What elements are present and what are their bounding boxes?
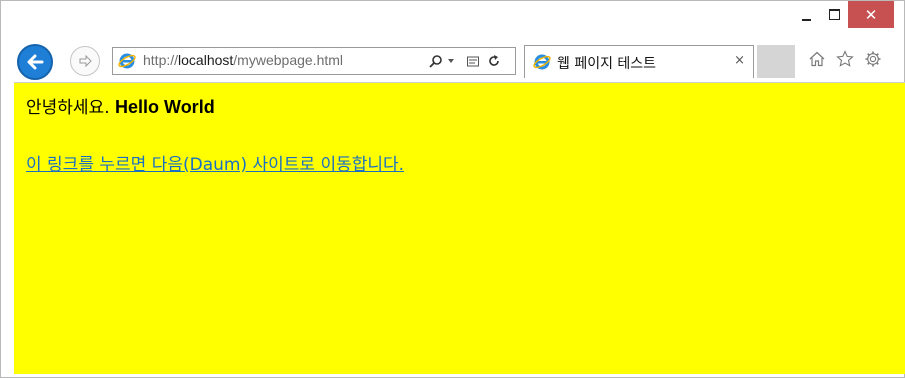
back-button[interactable]: [17, 44, 53, 80]
refresh-button[interactable]: [485, 51, 503, 71]
tab-title: 웹 페이지 테스트: [557, 56, 657, 72]
close-window-button[interactable]: ✕: [848, 1, 894, 28]
compatibility-view-button[interactable]: [465, 51, 481, 71]
back-arrow-icon: [27, 54, 44, 70]
daum-link[interactable]: 이 링크를 누르면 다음(Daum) 사이트로 이동합니다.: [26, 150, 404, 175]
internet-explorer-icon: [533, 54, 551, 70]
new-tab-button[interactable]: [757, 45, 795, 78]
compatibility-view-icon: [467, 56, 479, 67]
search-dropdown-button[interactable]: [427, 51, 457, 71]
minimize-button[interactable]: [792, 1, 820, 28]
address-bar[interactable]: http://localhost/mywebpage.html: [112, 47, 516, 75]
tab-close-button[interactable]: ×: [734, 53, 745, 68]
close-icon: ✕: [864, 5, 878, 24]
favorites-button[interactable]: [834, 48, 856, 70]
favorites-star-icon: [836, 50, 854, 67]
url-scheme: http://: [143, 52, 179, 68]
page-content: 안녕하세요. Hello World 이 링크를 누르면 다음(Daum) 사이…: [14, 82, 905, 374]
refresh-icon: [489, 55, 499, 66]
greeting-english: Hello World: [115, 97, 215, 117]
home-button[interactable]: [806, 48, 828, 70]
url-host: localhost: [178, 52, 234, 68]
settings-button[interactable]: [862, 48, 884, 70]
url-path: /mywebpage.html: [233, 52, 344, 68]
browser-window: ✕ http://localhost/mywebpage.html 웹 페이지 …: [0, 0, 905, 378]
search-icon: [429, 55, 442, 68]
minimize-icon: [801, 18, 811, 21]
chevron-down-icon: [448, 59, 454, 63]
maximize-icon: [828, 9, 840, 20]
internet-explorer-icon: [118, 53, 136, 69]
tab-active[interactable]: 웹 페이지 테스트 ×: [524, 45, 754, 78]
url-text[interactable]: http://localhost/mywebpage.html: [143, 52, 343, 68]
maximize-button[interactable]: [820, 1, 848, 28]
greeting-text: 안녕하세요. Hello World: [26, 93, 215, 118]
forward-arrow-icon: [79, 54, 92, 68]
settings-gear-icon: [865, 51, 881, 67]
forward-button[interactable]: [70, 46, 100, 76]
greeting-korean: 안녕하세요.: [26, 98, 116, 118]
home-icon: [809, 51, 825, 67]
browser-toolbar-right: [806, 48, 884, 72]
